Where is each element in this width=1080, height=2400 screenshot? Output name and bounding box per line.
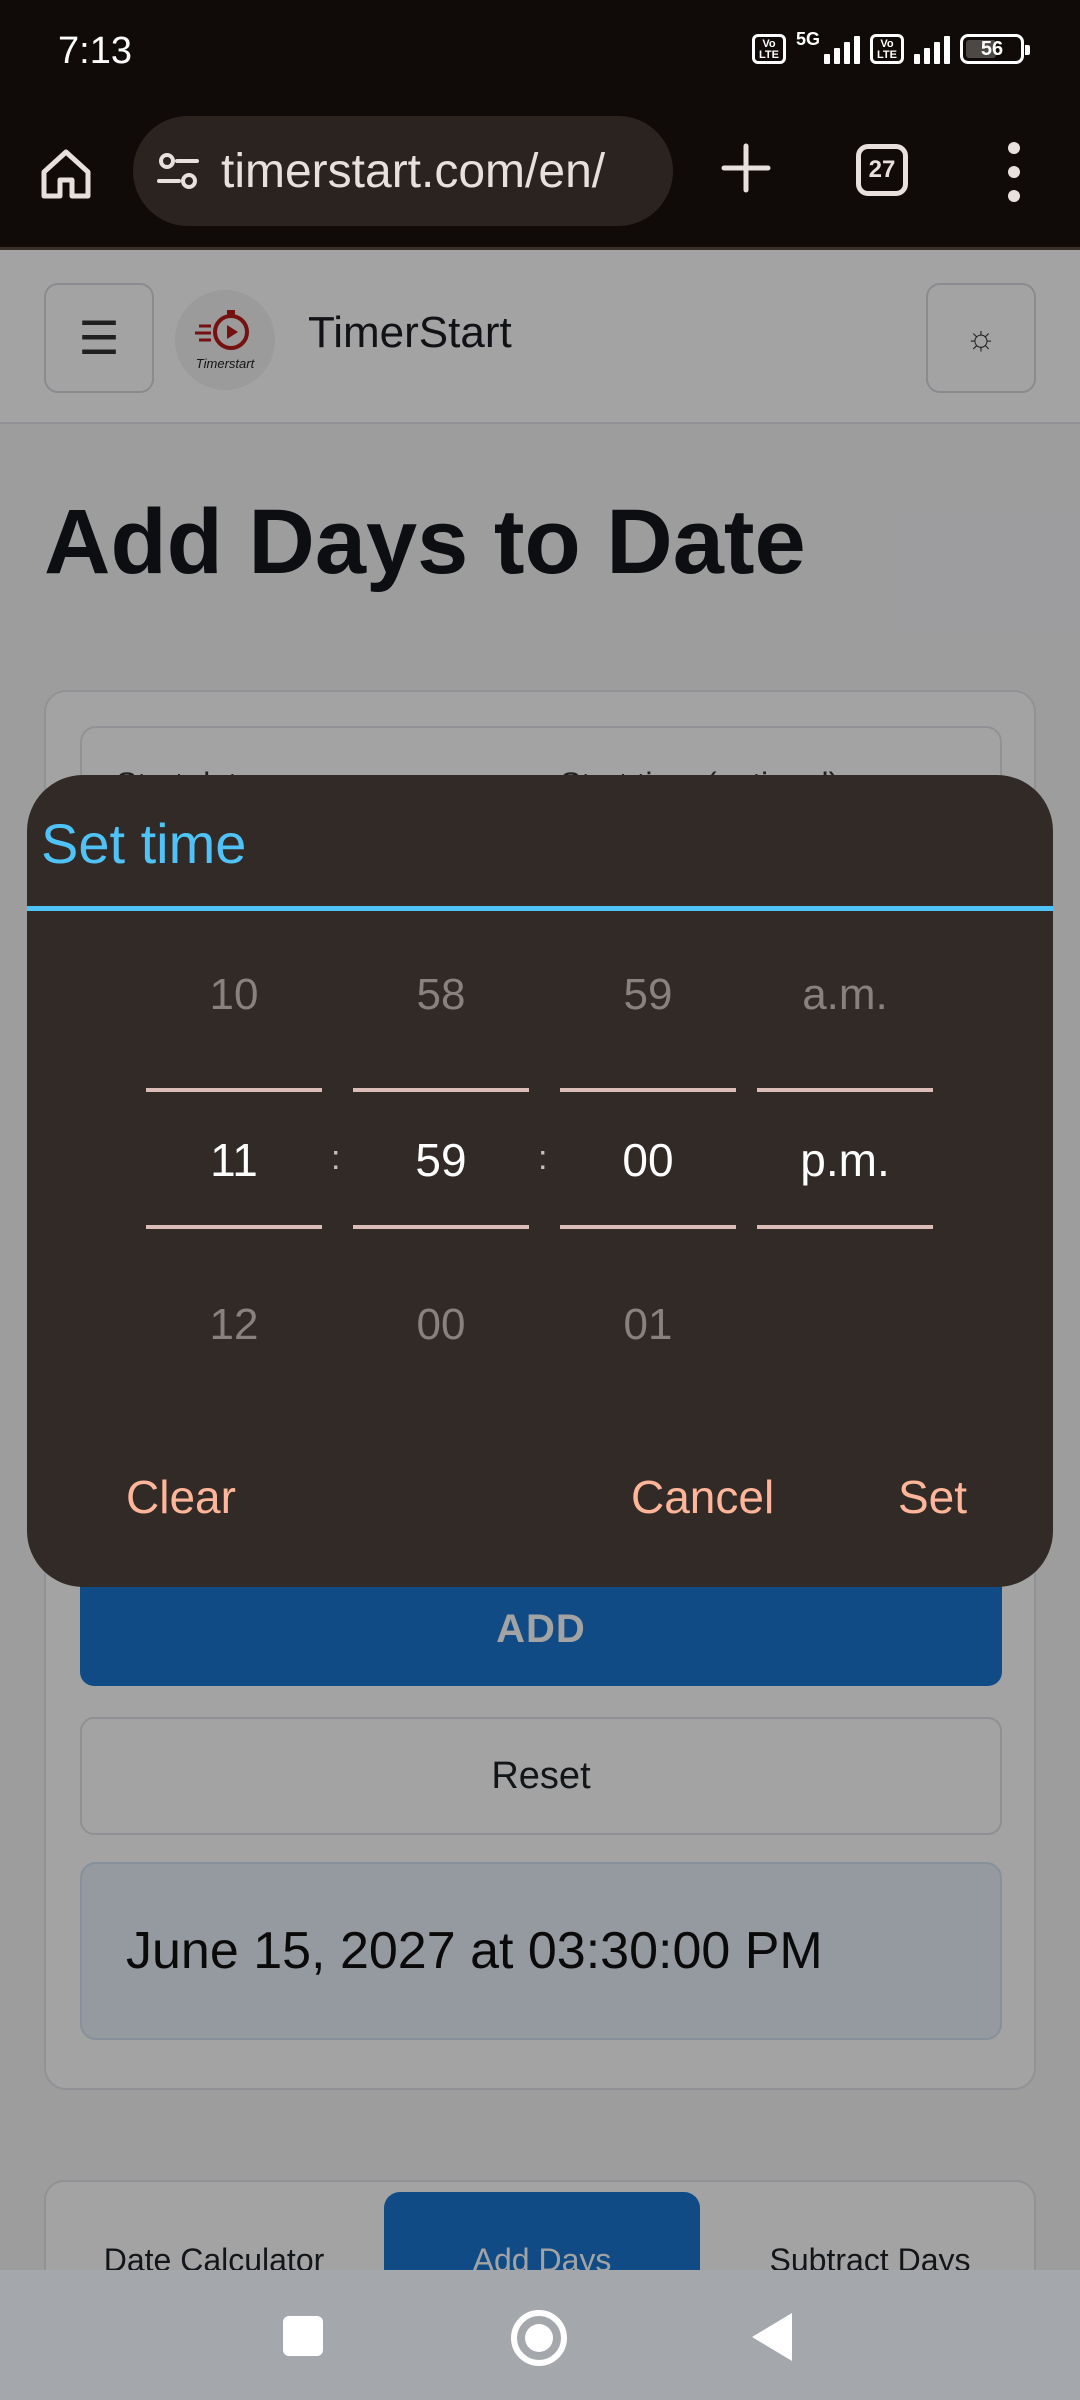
signal-icon xyxy=(824,34,860,64)
minute-selection-bottom xyxy=(353,1225,529,1229)
recents-icon[interactable] xyxy=(283,2316,323,2356)
period-selection-bottom xyxy=(757,1225,933,1229)
second-selection-bottom xyxy=(560,1225,736,1229)
minute-selection-top xyxy=(353,1088,529,1092)
battery-icon: 56 xyxy=(960,34,1030,64)
hour-next[interactable]: 12 xyxy=(146,1300,322,1350)
tabs-icon[interactable]: 27 xyxy=(856,144,908,196)
volte-icon-2: Vo LTE xyxy=(870,34,904,64)
minute-selected[interactable]: 59 xyxy=(353,1133,529,1187)
back-icon[interactable] xyxy=(752,2313,792,2361)
url-text: timerstart.com/en/ xyxy=(221,144,606,198)
hour-selection-top xyxy=(146,1088,322,1092)
system-nav-bar xyxy=(0,2270,1080,2400)
minute-next[interactable]: 00 xyxy=(353,1300,529,1350)
hour-selected[interactable]: 11 xyxy=(146,1133,322,1187)
hour-prev[interactable]: 10 xyxy=(146,970,322,1020)
second-next[interactable]: 01 xyxy=(560,1300,736,1350)
new-tab-icon[interactable] xyxy=(718,140,774,196)
status-time: 7:13 xyxy=(58,30,132,72)
hour-minute-separator: : xyxy=(331,1139,341,1177)
period-selected[interactable]: p.m. xyxy=(757,1133,933,1187)
cancel-button[interactable]: Cancel xyxy=(631,1470,774,1524)
battery-level: 56 xyxy=(980,37,1004,60)
home-nav-icon[interactable] xyxy=(511,2310,567,2366)
home-icon[interactable] xyxy=(36,144,96,204)
browser-toolbar: timerstart.com/en/ 27 xyxy=(0,110,1080,250)
minute-second-separator: : xyxy=(538,1139,548,1177)
status-bar: 7:13 Vo LTE 5G Vo LTE 56 xyxy=(0,0,1080,110)
second-prev[interactable]: 59 xyxy=(560,970,736,1020)
signal-icon-2 xyxy=(914,34,950,64)
period-selection-top xyxy=(757,1088,933,1092)
volte-icon: Vo LTE xyxy=(751,34,786,64)
dialog-title: Set time xyxy=(41,812,247,875)
status-icons: Vo LTE 5G Vo LTE 56 xyxy=(751,29,1030,64)
more-menu-icon[interactable] xyxy=(1000,142,1028,202)
dialog-divider xyxy=(27,906,1053,911)
second-selected[interactable]: 00 xyxy=(560,1133,736,1187)
second-selection-top xyxy=(560,1088,736,1092)
set-button[interactable]: Set xyxy=(898,1470,967,1524)
clear-button[interactable]: Clear xyxy=(126,1470,236,1524)
network-type: 5G xyxy=(795,28,820,49)
set-time-dialog: Set time 10 11 12 : 58 59 00 : 59 00 01 … xyxy=(27,775,1053,1587)
site-settings-icon[interactable] xyxy=(153,146,203,196)
hour-selection-bottom xyxy=(146,1225,322,1229)
address-bar[interactable]: timerstart.com/en/ xyxy=(133,116,673,226)
minute-prev[interactable]: 58 xyxy=(353,970,529,1020)
period-prev[interactable]: a.m. xyxy=(757,970,933,1020)
